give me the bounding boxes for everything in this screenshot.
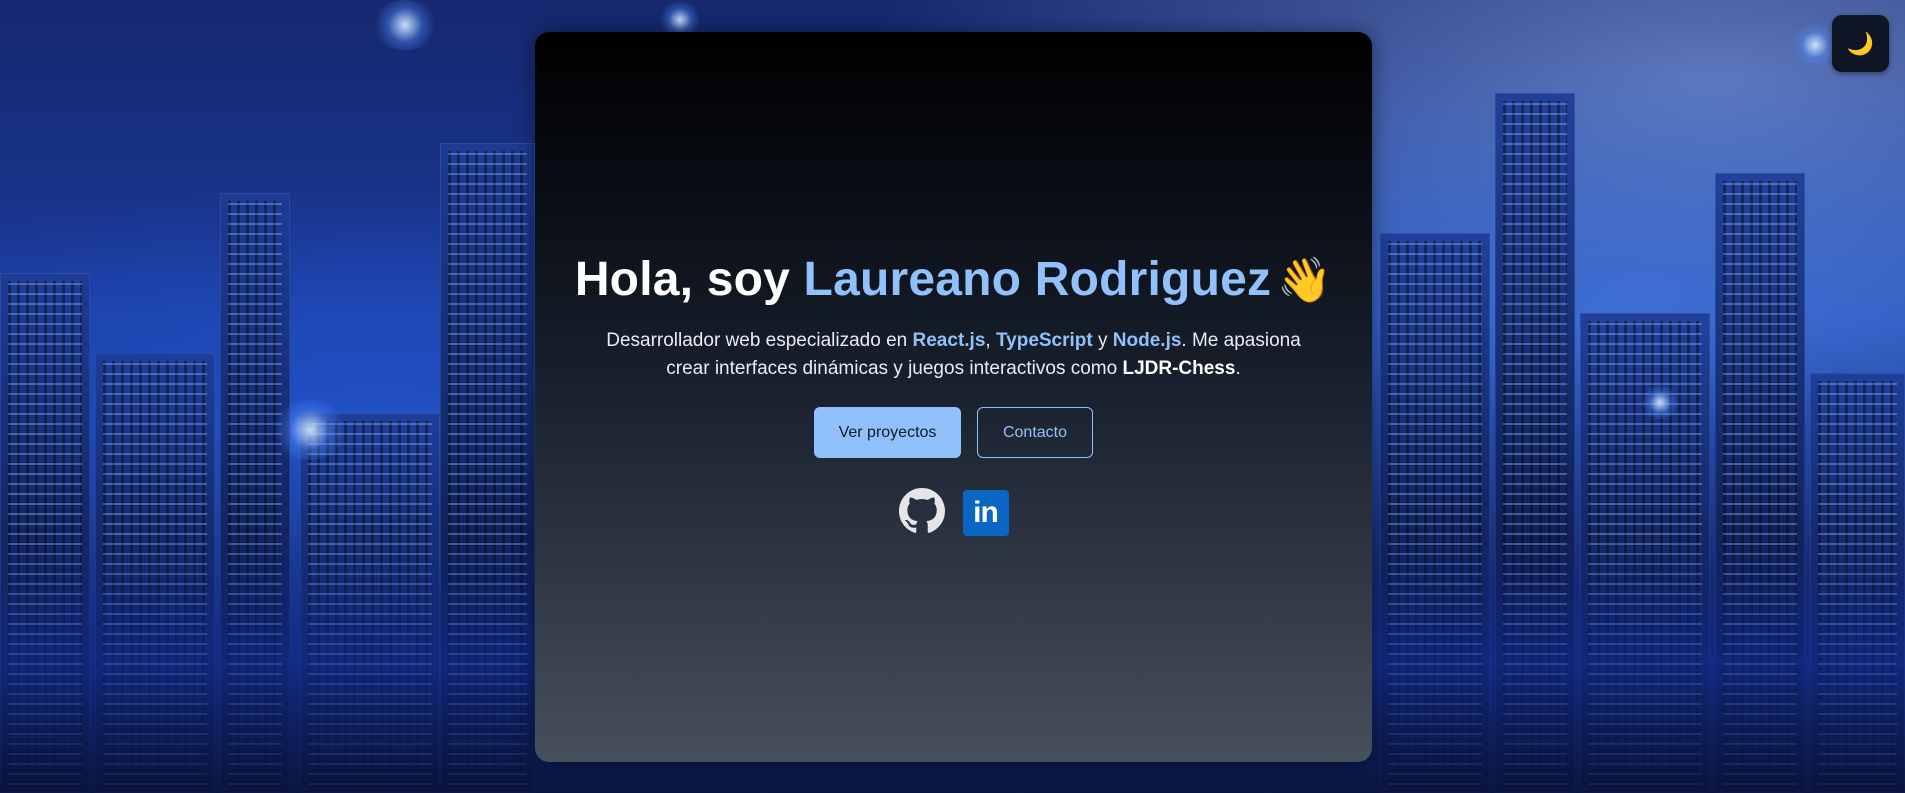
project-name: LJDR-Chess	[1122, 358, 1236, 379]
description-separator: y	[1092, 330, 1113, 351]
social-links: in	[535, 487, 1372, 539]
hero-description: Desarrollador web especializado en React…	[604, 327, 1304, 383]
linkedin-link[interactable]: in	[962, 490, 1009, 536]
theme-toggle-button[interactable]: 🌙	[1832, 15, 1889, 72]
moon-icon: 🌙	[1846, 30, 1875, 56]
description-separator: ,	[985, 330, 996, 351]
hero-section: Hola, soy Laureano Rodriguez 👋 Desarrolla…	[535, 252, 1372, 536]
description-text: Desarrollador web especializado en	[606, 330, 913, 351]
github-icon	[898, 487, 945, 539]
tech-react: React.js	[912, 330, 986, 351]
author-name: Laureano Rodriguez	[803, 253, 1272, 306]
contact-button[interactable]: Contacto	[977, 407, 1093, 458]
hero-title: Hola, soy Laureano Rodriguez 👋	[535, 252, 1372, 307]
waving-hand-icon: 👋	[1277, 256, 1333, 305]
tech-typescript: TypeScript	[995, 330, 1093, 351]
description-text: .	[1235, 358, 1241, 379]
tech-node: Node.js	[1112, 330, 1182, 351]
hero-card: Hola, soy Laureano Rodriguez 👋 Desarrolla…	[535, 32, 1372, 762]
view-projects-button[interactable]: Ver proyectos	[814, 407, 961, 458]
greeting-text: Hola, soy	[574, 253, 804, 306]
linkedin-icon: in	[962, 490, 1009, 536]
github-link[interactable]	[898, 487, 945, 539]
hero-actions: Ver proyectos Contacto	[535, 407, 1372, 458]
